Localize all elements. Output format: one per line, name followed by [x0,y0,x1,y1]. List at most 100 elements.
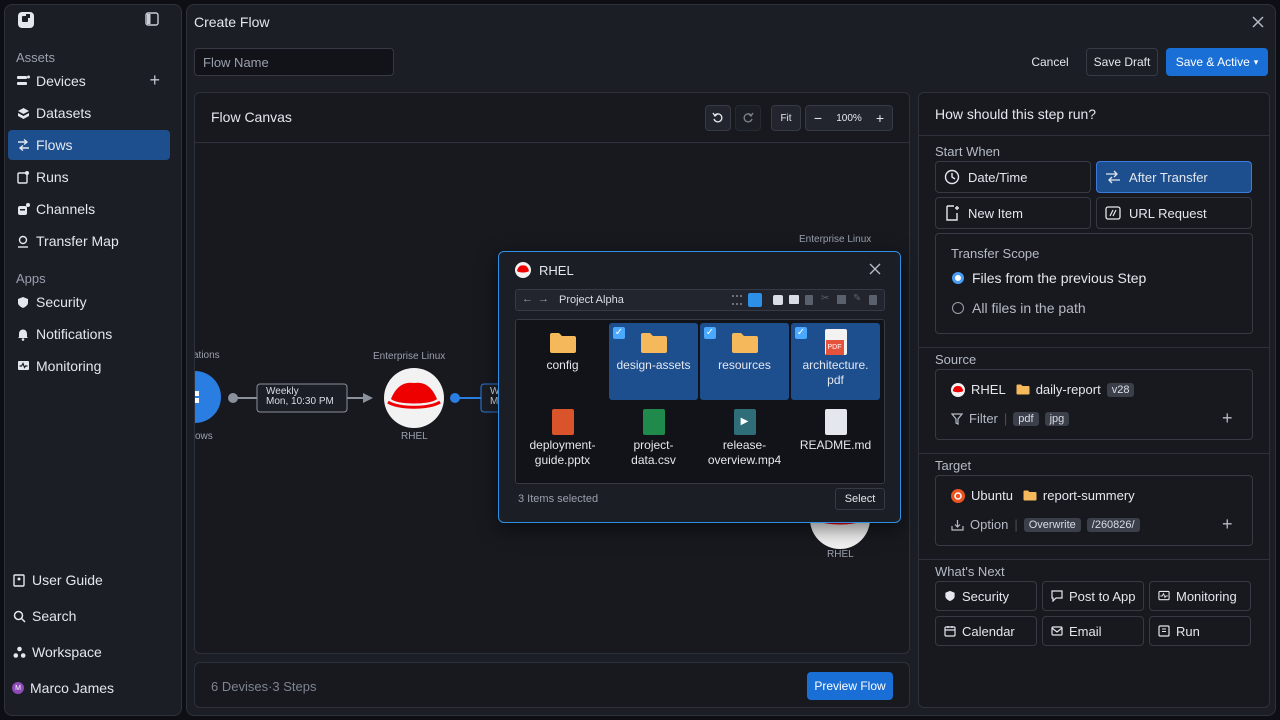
next-label: Post to App [1069,588,1136,604]
app-logo-icon[interactable] [16,10,36,30]
option-label: After Transfer [1129,169,1208,185]
file-item-deployment-guide[interactable]: deployment- guide.pptx [518,403,607,480]
source-box[interactable]: RHEL daily-report v28 Filter | pdf jpg + [935,369,1253,440]
stop-icon[interactable] [837,295,846,304]
save-active-button[interactable]: Save & Active ▾ [1166,48,1268,76]
pdf-badge: PDF [825,340,844,355]
folder-icon[interactable] [789,295,799,304]
version-badge: v28 [1106,382,1135,397]
add-option-icon[interactable]: + [1222,514,1233,535]
radio-unselected[interactable] [952,302,964,314]
close-icon[interactable] [1250,14,1266,30]
filter-icon [951,412,963,425]
windows-node[interactable] [195,371,221,423]
start-option-url-request[interactable]: URL Request [1096,197,1252,229]
rhel-icon [951,382,965,397]
filter-tag[interactable]: pdf [1013,411,1039,426]
edit-icon[interactable]: ✎ [853,293,861,304]
next-calendar-button[interactable]: Calendar [935,616,1037,646]
sidebar-item-user[interactable]: M Marco James [4,673,166,703]
grid-view-icon[interactable] [748,293,762,307]
apps-section-label: Apps [16,271,46,286]
option-label: Date/Time [968,169,1028,185]
flow-name-input[interactable] [194,48,394,76]
radio-selected[interactable] [952,272,964,284]
sidebar-item-security[interactable]: Security [8,287,170,317]
sidebar-item-workspace[interactable]: Workspace [4,637,166,667]
file-item-readme[interactable]: README.md [791,403,880,480]
next-run-button[interactable]: Run [1149,616,1251,646]
node-caption: Enterprise Linux [799,234,872,245]
sidebar-item-label: User Guide [32,572,103,588]
option-tag[interactable]: /260826/ [1086,517,1140,532]
sidebar-item-notifications[interactable]: Notifications [8,319,170,349]
schedule-node[interactable]: Weekly Mon, 10:30 PM [266,387,334,407]
sidebar-item-user-guide[interactable]: User Guide [4,565,166,595]
sidebar-item-label: Security [36,294,87,310]
sidebar-item-datasets[interactable]: Datasets [8,98,170,128]
next-post-to-app-button[interactable]: Post to App [1042,581,1144,611]
separator: | [1014,517,1018,532]
undo-button[interactable] [705,105,731,131]
datasets-icon [16,106,30,120]
forward-icon[interactable]: → [538,293,549,305]
close-icon[interactable] [869,263,881,275]
zoom-control: − 100% + [805,105,893,131]
file-item-release-overview[interactable]: ▶ release- overview.mp4 [700,403,789,480]
undo-icon [712,112,723,123]
paste-icon[interactable] [805,295,813,305]
next-email-button[interactable]: Email [1042,616,1144,646]
add-device-icon[interactable]: + [149,71,160,89]
next-security-button[interactable]: Security [935,581,1037,611]
devices-icon [16,74,30,88]
node-label: ows [195,431,213,442]
sidebar-item-monitoring[interactable]: Monitoring [8,351,170,381]
transfer-scope-box: Transfer Scope Files from the previous S… [935,233,1253,334]
save-draft-button[interactable]: Save Draft [1086,48,1158,76]
cut-icon[interactable]: ✂ [821,293,829,304]
save-active-label: Save & Active [1175,55,1250,69]
next-monitoring-button[interactable]: Monitoring [1149,581,1251,611]
list-view-icon[interactable] [732,295,742,305]
start-option-new-item[interactable]: New Item [935,197,1091,229]
file-item-design-assets[interactable]: ✓ design-assets [609,323,698,400]
cancel-button[interactable]: Cancel [1022,48,1078,76]
sidebar-item-channels[interactable]: Channels [8,194,170,224]
scope-option-all-files[interactable]: All files in the path [952,300,1086,316]
page-title: Create Flow [194,14,270,30]
target-box[interactable]: Ubuntu report-summery Option | Overwrite… [935,475,1253,546]
target-folder: report-summery [1042,488,1135,503]
sidebar-item-runs[interactable]: Runs [8,162,170,192]
checkbox-checked[interactable]: ✓ [704,327,716,339]
panel-heading: How should this step run? [935,106,1097,122]
delete-icon[interactable] [869,295,877,305]
start-option-datetime[interactable]: Date/Time [935,161,1091,193]
add-filter-icon[interactable]: + [1222,408,1233,429]
file-item-project-data[interactable]: project- data.csv [609,403,698,480]
redo-button[interactable] [735,105,761,131]
checkbox-checked[interactable]: ✓ [613,327,625,339]
zoom-in-button[interactable]: + [872,110,888,126]
fit-button[interactable]: Fit [771,105,801,131]
scope-option-previous-step[interactable]: Files from the previous Step [952,270,1146,286]
preview-flow-button[interactable]: Preview Flow [807,672,893,700]
checkbox-checked[interactable]: ✓ [795,327,807,339]
sidebar-item-label: Runs [36,169,69,185]
file-item-architecture-pdf[interactable]: ✓ PDF architecture. pdf [791,323,880,400]
sidebar-item-flows[interactable]: Flows [8,130,170,160]
filter-tag[interactable]: jpg [1044,411,1070,426]
file-name: design-assets [616,358,691,372]
sidebar-toggle-icon[interactable] [145,12,159,26]
file-item-config[interactable]: config [518,323,607,400]
sidebar-item-devices[interactable]: Devices + [8,66,170,96]
start-option-after-transfer[interactable]: After Transfer [1096,161,1252,193]
option-tag[interactable]: Overwrite [1023,517,1081,532]
back-icon[interactable]: ← [522,293,533,305]
divider [919,347,1269,348]
sidebar-item-search[interactable]: Search [4,601,166,631]
zoom-out-button[interactable]: − [810,110,826,126]
copy-icon[interactable] [773,295,783,305]
select-button[interactable]: Select [835,488,885,510]
sidebar-item-transfer-map[interactable]: Transfer Map [8,226,170,256]
file-item-resources[interactable]: ✓ resources [700,323,789,400]
